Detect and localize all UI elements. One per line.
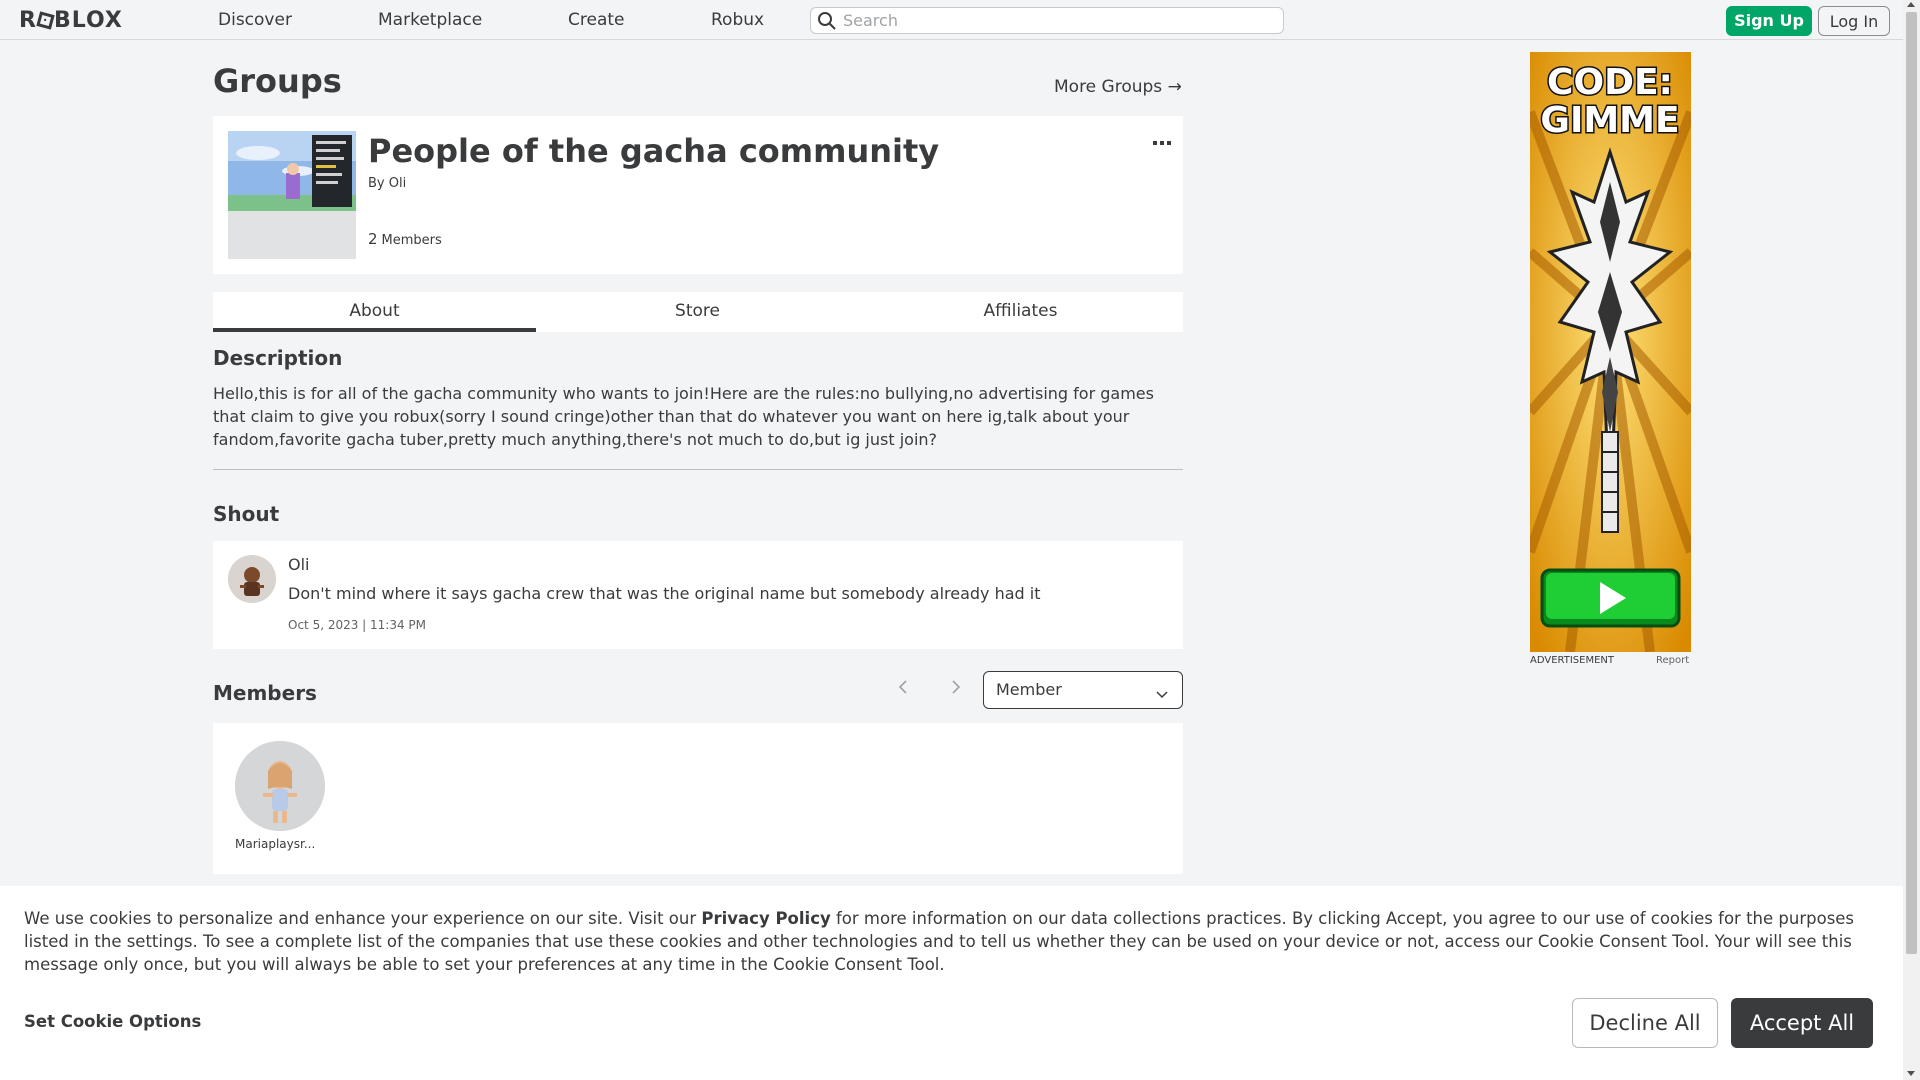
nav-link-marketplace[interactable]: Marketplace — [378, 10, 482, 30]
description-heading: Description — [213, 346, 343, 370]
role-dropdown-value: Member — [996, 680, 1062, 699]
members-heading: Members — [213, 681, 317, 705]
shout-message: Don't mind where it says gacha crew that… — [288, 584, 1041, 603]
next-page-icon[interactable] — [951, 678, 961, 699]
roblox-logo[interactable]: R BLOX — [19, 8, 123, 33]
scroll-up-icon[interactable] — [1907, 2, 1915, 7]
play-button-icon[interactable] — [1540, 568, 1681, 628]
shout-heading: Shout — [213, 502, 280, 526]
privacy-policy-link[interactable]: Privacy Policy — [701, 909, 830, 928]
shout-timestamp: Oct 5, 2023 | 11:34 PM — [288, 618, 427, 632]
sign-up-button[interactable]: Sign Up — [1726, 6, 1812, 36]
nav-link-discover[interactable]: Discover — [218, 10, 292, 30]
by-label: By — [368, 176, 385, 191]
member-count-label: Members — [381, 233, 442, 248]
member-count: 2 Members — [368, 230, 442, 248]
search-icon[interactable] — [817, 11, 837, 35]
tab-about[interactable]: About — [213, 292, 536, 332]
scrollbar-thumb[interactable] — [1906, 12, 1917, 954]
page-scrollbar[interactable] — [1903, 0, 1920, 1080]
group-name: People of the gacha community — [368, 132, 940, 170]
member-count-value: 2 — [368, 230, 378, 248]
tab-store[interactable]: Store — [536, 292, 859, 332]
ad-headline-2: GIMME — [1540, 100, 1679, 141]
group-header-card: People of the gacha community By Oli 2 Me… — [213, 116, 1183, 274]
decline-all-button[interactable]: Decline All — [1572, 998, 1718, 1048]
owner-link[interactable]: Oli — [389, 176, 406, 191]
more-options-icon[interactable] — [1152, 132, 1172, 151]
previous-page-icon[interactable] — [898, 678, 908, 699]
member-avatar[interactable] — [235, 741, 325, 831]
scroll-down-icon[interactable] — [1907, 1071, 1915, 1076]
chevron-down-icon — [1156, 684, 1168, 703]
log-in-button[interactable]: Log In — [1818, 6, 1890, 36]
cookie-consent-banner: We use cookies to personalize and enhanc… — [0, 886, 1903, 1080]
cookie-text-start: We use cookies to personalize and enhanc… — [24, 909, 702, 928]
nav-link-create[interactable]: Create — [568, 10, 625, 30]
ad-headline-1: CODE: — [1547, 62, 1673, 103]
group-thumbnail — [228, 131, 356, 259]
shout-card: Oli Don't mind where it says gacha crew … — [213, 541, 1183, 649]
tab-affiliates[interactable]: Affiliates — [859, 292, 1182, 332]
more-groups-link[interactable]: More Groups → — [1054, 77, 1182, 97]
search-box — [810, 7, 1284, 34]
search-input[interactable] — [843, 10, 1273, 31]
top-navigation-bar: R BLOX Discover Marketplace Create Robux … — [0, 0, 1920, 40]
shout-username[interactable]: Oli — [288, 555, 309, 574]
section-divider — [213, 469, 1183, 470]
role-dropdown[interactable]: Member — [983, 671, 1183, 709]
advertisement-label: ADVERTISEMENT — [1530, 655, 1615, 666]
group-tabs: About Store Affiliates — [213, 292, 1183, 332]
accept-all-button[interactable]: Accept All — [1731, 998, 1873, 1048]
group-description: Hello,this is for all of the gacha commu… — [213, 384, 1154, 449]
report-ad-link[interactable]: Report — [1656, 655, 1689, 666]
set-cookie-options-link[interactable]: Set Cookie Options — [24, 1012, 201, 1031]
advertisement-banner[interactable]: CODE: GIMME — [1530, 52, 1691, 652]
nav-link-robux[interactable]: Robux — [711, 10, 764, 30]
page-title: Groups — [213, 62, 342, 100]
shout-avatar[interactable] — [228, 555, 276, 603]
members-list: Mariaplaysr... — [213, 723, 1183, 874]
cookie-message: We use cookies to personalize and enhanc… — [24, 907, 1884, 976]
member-name[interactable]: Mariaplaysr... — [235, 837, 315, 851]
group-owner-line: By Oli — [368, 176, 406, 191]
